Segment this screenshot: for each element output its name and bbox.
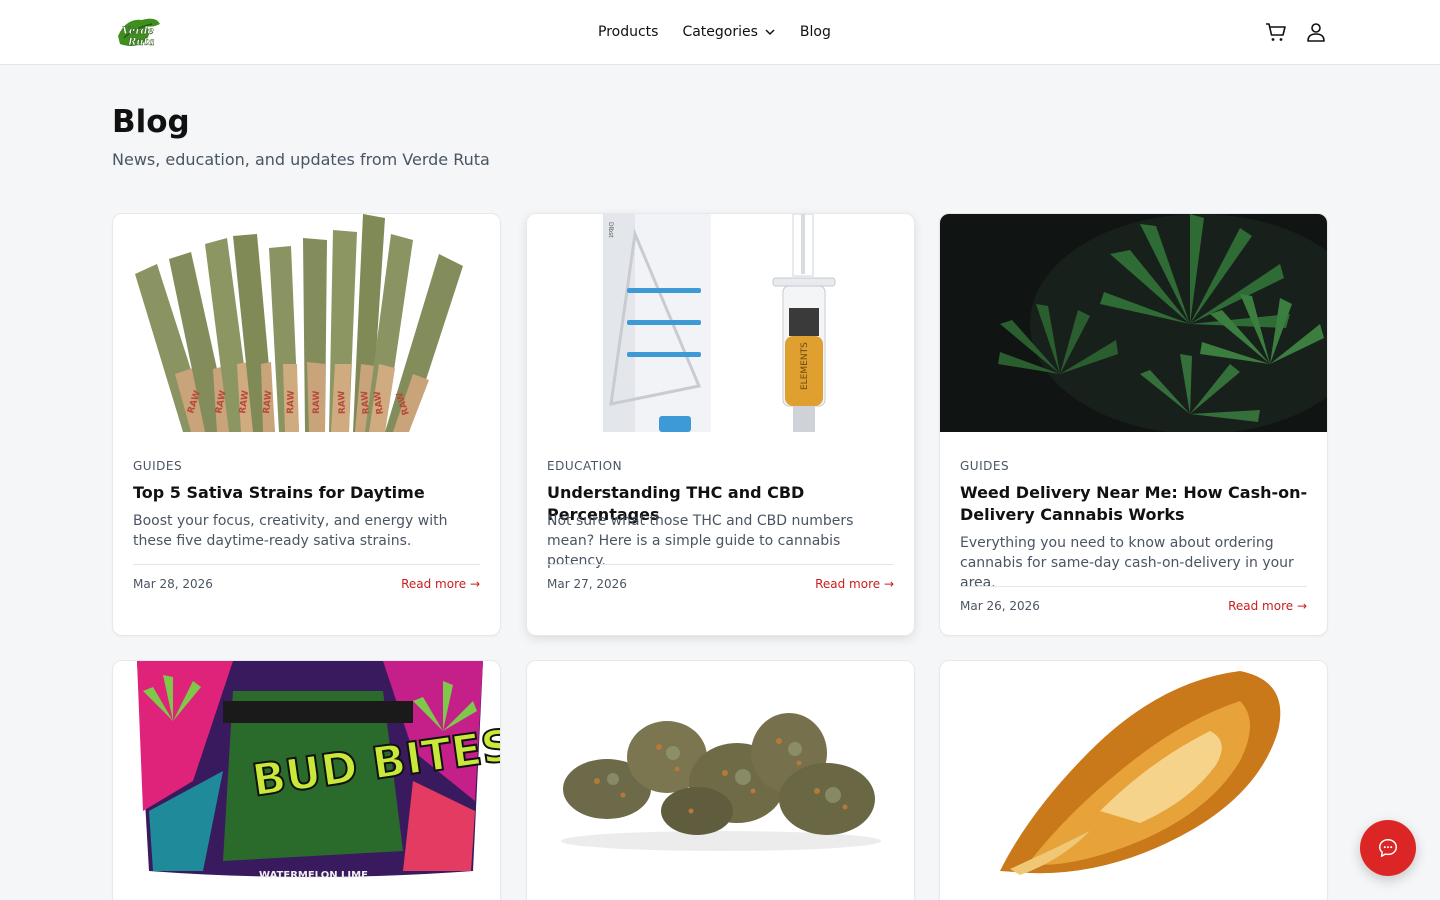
read-more-link[interactable]: Read more → (1228, 599, 1307, 613)
svg-text:RAW: RAW (286, 390, 297, 414)
nav-products[interactable]: Products (598, 21, 658, 43)
svg-text:ELEMENTS: ELEMENTS (800, 342, 810, 390)
chat-button[interactable] (1360, 820, 1416, 876)
svg-text:Verde: Verde (122, 26, 154, 37)
user-icon[interactable] (1304, 20, 1328, 44)
nav-blog[interactable]: Blog (800, 21, 831, 43)
post-image-concentrate (940, 661, 1327, 879)
page-subtitle: News, education, and updates from Verde … (112, 150, 490, 169)
blog-card[interactable]: RAW RAW RAW RAW RAW RAW RAW RAW RAW RAW … (112, 213, 501, 636)
blog-card[interactable]: BUD BITES WATERMELON LIME (112, 660, 501, 900)
page-title: Blog (112, 104, 190, 140)
blog-card[interactable] (939, 660, 1328, 900)
chevron-down-icon (765, 29, 775, 36)
site-header: Verde Ruta Products Categories Blog (0, 0, 1440, 65)
post-image-bud-bites-bag: BUD BITES WATERMELON LIME (113, 661, 500, 879)
post-excerpt: Everything you need to know about orderi… (960, 535, 1294, 591)
cart-icon[interactable] (1264, 20, 1288, 44)
nav-categories[interactable]: Categories (682, 21, 775, 43)
card-divider (960, 586, 1307, 587)
post-category: GUIDES (133, 459, 183, 473)
card-divider (133, 564, 480, 565)
svg-text:RAW: RAW (360, 390, 372, 414)
svg-text:Ruta: Ruta (127, 37, 155, 48)
post-category: EDUCATION (547, 459, 623, 473)
post-date: Mar 28, 2026 (133, 577, 213, 591)
chat-icon (1379, 839, 1397, 857)
post-excerpt: Boost your focus, creativity, and energy… (133, 513, 448, 549)
nav-products-label: Products (598, 24, 659, 40)
main-nav: Products Categories Blog (598, 21, 831, 43)
read-more-link[interactable]: Read more → (815, 577, 894, 591)
svg-text:RAW: RAW (337, 390, 348, 414)
post-excerpt: Not sure what those THC and CBD numbers … (547, 513, 854, 569)
post-date: Mar 27, 2026 (547, 577, 627, 591)
post-image-oil-syringe: Dlbst ELEMENTS (527, 214, 914, 432)
header-actions (1264, 20, 1328, 44)
post-category: GUIDES (960, 459, 1010, 473)
post-title[interactable]: Top 5 Sativa Strains for Daytime (133, 482, 483, 504)
svg-text:Dlbst: Dlbst (607, 222, 614, 238)
post-date: Mar 26, 2026 (960, 599, 1040, 613)
post-image-cannabis-buds (527, 661, 914, 879)
nav-categories-label: Categories (682, 24, 758, 40)
read-more-link[interactable]: Read more → (401, 577, 480, 591)
post-image-pre-rolls: RAW RAW RAW RAW RAW RAW RAW RAW RAW RAW (113, 214, 500, 432)
blog-card[interactable]: Dlbst ELEMENTS EDUCATION Understanding T… (526, 213, 915, 636)
bag-flavor-text: WATERMELON LIME (259, 870, 368, 879)
card-divider (547, 564, 894, 565)
blog-card[interactable]: GUIDES Weed Delivery Near Me: How Cash-o… (939, 213, 1328, 636)
logo[interactable]: Verde Ruta (112, 14, 162, 50)
blog-card[interactable] (526, 660, 915, 900)
nav-blog-label: Blog (799, 24, 831, 40)
post-image-cannabis-leaves (940, 214, 1327, 432)
svg-text:RAW: RAW (312, 391, 322, 414)
post-title[interactable]: Weed Delivery Near Me: How Cash-on-Deliv… (960, 482, 1310, 526)
